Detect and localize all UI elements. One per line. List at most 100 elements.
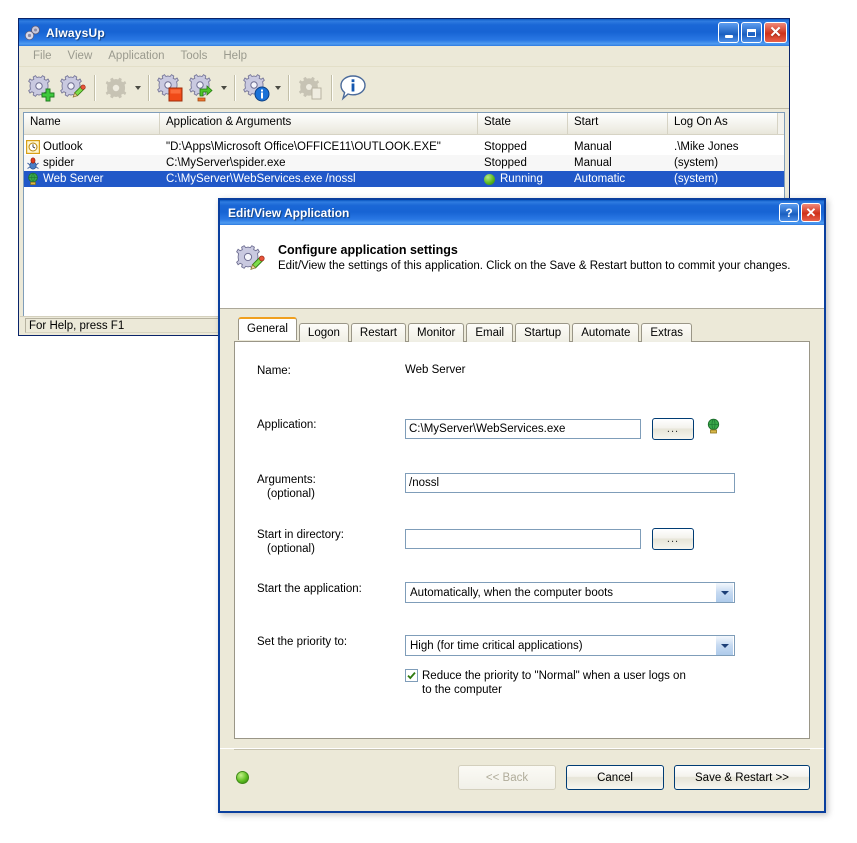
column-header-state[interactable]: State [478, 113, 568, 134]
application-input[interactable] [405, 419, 641, 439]
row-logon: (system) [674, 157, 719, 169]
maximize-button[interactable] [741, 22, 762, 43]
back-button[interactable]: << Back [458, 765, 556, 790]
row-state: Running [500, 173, 543, 185]
tab-email[interactable]: Email [466, 323, 514, 342]
dialog-title: Edit/View Application [228, 205, 350, 220]
row-state: Stopped [484, 157, 527, 169]
toolbar-report-button[interactable] [294, 72, 326, 104]
table-row-selected[interactable]: Web Server C:\MyServer\WebServices.exe /… [24, 171, 784, 187]
table-row[interactable]: spider C:\MyServer\spider.exe Stopped Ma… [24, 155, 784, 171]
tab-extras[interactable]: Extras [641, 323, 693, 342]
tab-panel-general: Name: Web Server Application: ... [234, 341, 810, 739]
column-header-start[interactable]: Start [568, 113, 668, 134]
footer-buttons: << Back Cancel Save & Restart >> [458, 765, 810, 790]
row-application: C:\MyServer\spider.exe [166, 157, 286, 169]
reduce-priority-checkbox[interactable] [405, 669, 418, 682]
chevron-down-icon-2 [220, 85, 227, 90]
toolbar-status-dropdown[interactable] [272, 73, 283, 103]
plus-badge-icon [41, 88, 55, 101]
toolbar-application-status-button[interactable] [240, 72, 272, 104]
save-and-restart-button[interactable]: Save & Restart >> [674, 765, 810, 790]
minimize-button[interactable] [718, 22, 739, 43]
column-header-logon[interactable]: Log On As [668, 113, 778, 134]
menu-help[interactable]: Help [215, 48, 255, 64]
name-value: Web Server [405, 364, 466, 376]
tab-restart[interactable]: Restart [350, 323, 406, 342]
chevron-down-icon-3 [274, 85, 281, 90]
menu-view[interactable]: View [60, 48, 101, 64]
toolbar-add-application-button[interactable] [25, 72, 57, 104]
toolbar-stop-application-button[interactable] [154, 72, 186, 104]
start-application-value: Automatically, when the computer boots [410, 586, 614, 599]
toolbar-restart-dropdown[interactable] [218, 73, 229, 103]
row-name: Web Server [43, 173, 104, 185]
startdir-label: Start in directory: [257, 529, 344, 541]
list-header-row: Name Application & Arguments State Start… [24, 113, 784, 135]
menu-bar: File View Application Tools Help [19, 46, 789, 67]
window-controls: ✕ [718, 22, 787, 43]
column-header-name[interactable]: Name [24, 113, 160, 134]
maximize-icon [747, 28, 756, 37]
reduce-priority-label-line2: to the computer [422, 684, 502, 696]
start-application-label: Start the application: [257, 583, 362, 595]
tab-general[interactable]: General [238, 317, 297, 340]
gear-pencil-icon [58, 73, 88, 103]
app-gears-icon [24, 24, 42, 42]
toolbar-separator-4 [288, 74, 289, 101]
startdir-sublabel: (optional) [267, 543, 315, 555]
menu-file[interactable]: File [25, 48, 60, 64]
tab-logon[interactable]: Logon [298, 323, 349, 342]
table-row[interactable]: Outlook "D:\Apps\Microsoft Office\OFFICE… [24, 139, 784, 155]
toolbar-about-button[interactable] [337, 72, 369, 104]
chevron-down-icon [134, 85, 141, 90]
application-label: Application: [257, 419, 317, 431]
dialog-close-button[interactable]: ✕ [801, 203, 821, 222]
column-header-application[interactable]: Application & Arguments [160, 113, 478, 134]
screenshot-root: AlwaysUp ✕ File View Application Tools H… [0, 0, 857, 843]
tab-automate[interactable]: Automate [572, 323, 640, 342]
toolbar-start-application-button[interactable] [100, 72, 132, 104]
start-application-select[interactable]: Automatically, when the computer boots [405, 582, 735, 603]
startdir-input[interactable] [405, 529, 641, 549]
toolbar-edit-application-button[interactable] [57, 72, 89, 104]
menu-application[interactable]: Application [100, 48, 172, 64]
priority-value: High (for time critical applications) [410, 639, 583, 652]
row-name: spider [43, 157, 75, 169]
status-dot-running [484, 173, 495, 185]
arguments-sublabel: (optional) [267, 488, 315, 500]
dialog-footer: << Back Cancel Save & Restart >> [220, 748, 824, 811]
toolbar-start-dropdown[interactable] [132, 73, 143, 103]
spider-icon [26, 156, 40, 170]
dialog-help-button[interactable]: ? [779, 203, 799, 222]
chevron-down-icon-start[interactable] [715, 583, 733, 602]
startdir-browse-button[interactable]: ... [652, 528, 694, 550]
priority-label: Set the priority to: [257, 636, 348, 648]
priority-select[interactable]: High (for time critical applications) [405, 635, 735, 656]
close-button[interactable]: ✕ [764, 22, 787, 43]
toolbar-separator [94, 74, 95, 101]
toolbar-separator-5 [331, 74, 332, 101]
cancel-button[interactable]: Cancel [566, 765, 664, 790]
arguments-input[interactable] [405, 473, 735, 493]
toolbar-restart-application-button[interactable] [186, 72, 218, 104]
checkmark-icon [407, 672, 416, 680]
tab-monitor[interactable]: Monitor [407, 323, 465, 342]
chevron-down-icon-priority[interactable] [715, 636, 733, 655]
gear-disabled-icon [105, 77, 127, 98]
tab-startup[interactable]: Startup [515, 323, 571, 342]
row-start: Manual [574, 141, 612, 153]
row-name: Outlook [43, 141, 83, 153]
restart-arrow-badge-icon [197, 84, 213, 101]
close-icon: ✕ [769, 24, 782, 41]
dialog-body: General Logon Restart Monitor Email Star… [220, 309, 824, 739]
main-window-title: AlwaysUp [46, 25, 105, 40]
dialog-titlebar: Edit/View Application ? ✕ [220, 200, 824, 225]
gear-report-icon [298, 76, 322, 99]
name-label: Name: [257, 365, 291, 377]
status-led-green [236, 771, 249, 784]
gear-plus-icon [26, 73, 56, 103]
application-browse-button[interactable]: ... [652, 418, 694, 440]
menu-tools[interactable]: Tools [173, 48, 216, 64]
arguments-label: Arguments: [257, 474, 316, 486]
